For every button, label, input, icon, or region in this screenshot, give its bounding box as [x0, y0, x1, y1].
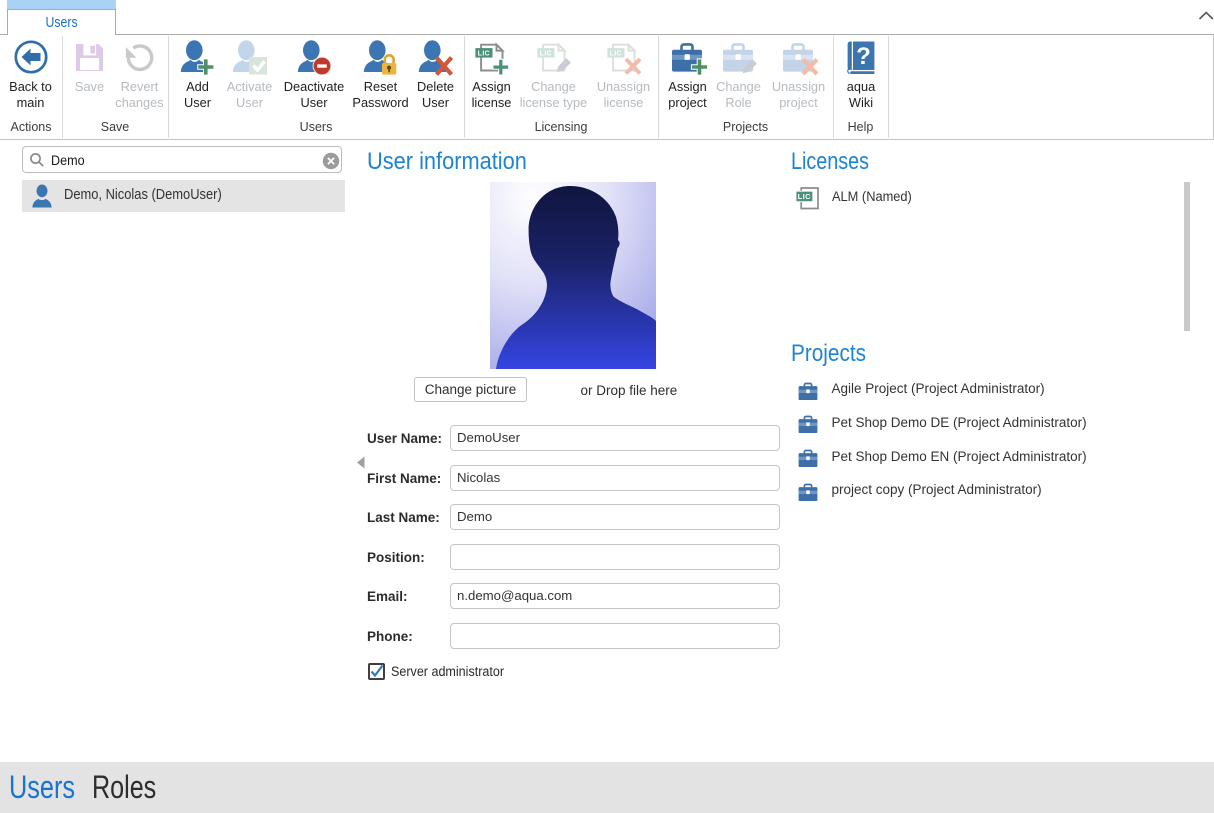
- svg-text:?: ?: [856, 43, 871, 70]
- svg-text:LIC: LIC: [609, 50, 621, 57]
- svg-text:LIC: LIC: [539, 50, 551, 57]
- svg-text:LIC: LIC: [798, 192, 811, 201]
- svg-text:LIC: LIC: [477, 50, 489, 57]
